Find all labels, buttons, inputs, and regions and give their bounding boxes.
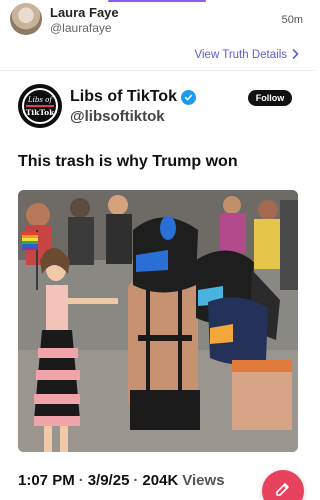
author-name[interactable]: Laura Faye bbox=[50, 5, 119, 20]
embed-author-name: Libs of TikTok bbox=[70, 88, 177, 105]
view-truth-details-label: View Truth Details bbox=[194, 48, 287, 61]
post-header: Laura Faye @laurafaye 50m bbox=[0, 0, 315, 40]
author-handle: @laurafaye bbox=[50, 21, 112, 35]
verified-badge-icon bbox=[180, 89, 196, 105]
divider bbox=[0, 70, 315, 71]
avatar-logo-top-text: Libs of bbox=[28, 95, 52, 104]
embed-author-name-row[interactable]: Libs of TikTok bbox=[70, 88, 196, 106]
compose-icon bbox=[274, 480, 292, 500]
post-text: This trash is why Trump won bbox=[18, 153, 238, 170]
meta-separator-dot: · bbox=[133, 472, 139, 489]
avatar-logo-ring: Libs of TikTok bbox=[22, 88, 58, 124]
view-truth-details-link[interactable]: View Truth Details bbox=[195, 47, 299, 62]
chevron-right-icon bbox=[292, 47, 299, 62]
avatar-logo-bottom-text: TikTok bbox=[25, 107, 55, 117]
author-avatar[interactable] bbox=[10, 3, 42, 35]
views-label: Views bbox=[182, 472, 225, 489]
post-image-illustration bbox=[18, 190, 298, 452]
views-count: 204K bbox=[142, 472, 179, 489]
embed-avatar[interactable]: Libs of TikTok bbox=[18, 84, 62, 128]
compose-button[interactable] bbox=[262, 470, 304, 500]
post-meta: 1:07 PM · 3/9/25 · 204K Views bbox=[18, 472, 225, 489]
post-date: 3/9/25 bbox=[87, 472, 130, 489]
avatar-logo-bar bbox=[26, 104, 54, 107]
post-time: 50m bbox=[281, 14, 303, 26]
embed-author-handle: @libsoftiktok bbox=[70, 108, 165, 125]
post-time-stamp: 1:07 PM bbox=[18, 472, 75, 489]
follow-button[interactable]: Follow bbox=[248, 90, 292, 106]
meta-separator-dot: · bbox=[78, 472, 84, 489]
post-image[interactable] bbox=[18, 190, 298, 452]
